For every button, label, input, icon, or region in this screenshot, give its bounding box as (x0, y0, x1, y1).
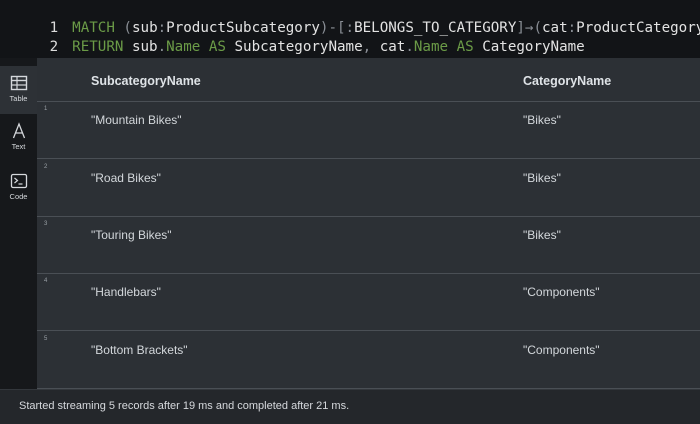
status-bar: Started streaming 5 records after 19 ms … (0, 389, 700, 424)
code-line-2: 2 RETURN sub.Name AS SubcategoryName, cat… (0, 19, 585, 55)
cell-subcategory: "Touring Bikes" (91, 228, 172, 242)
code-token: , (362, 39, 380, 55)
code-token: . (157, 39, 167, 55)
table-row: 5 "Bottom Brackets" "Components" (37, 331, 700, 389)
row-index: 1 (44, 106, 48, 112)
cell-subcategory: "Mountain Bikes" (91, 113, 182, 127)
code-token: AS (448, 39, 483, 55)
table-grid-icon (10, 74, 28, 92)
code-token: . (405, 39, 414, 55)
code-line-1: 1 MATCH (sub:ProductSubcategory)-[:BELONG… (0, 0, 700, 36)
table-row: 2 "Road Bikes" "Bikes" (37, 159, 700, 217)
code-text: RETURN sub.Name AS SubcategoryName, cat.… (72, 39, 585, 55)
view-code-button[interactable]: Code (0, 164, 37, 212)
cell-subcategory: "Handlebars" (91, 285, 161, 299)
row-index: 2 (44, 164, 48, 170)
text-letter-icon (10, 122, 28, 140)
cell-subcategory: "Bottom Brackets" (91, 343, 188, 357)
view-table-label: Table (9, 94, 28, 103)
table-header: SubcategoryName CategoryName (37, 58, 700, 102)
code-token: AS (200, 39, 235, 55)
status-message: Started streaming 5 records after 19 ms … (19, 400, 350, 412)
code-token: Name (166, 39, 201, 55)
code-token: CategoryName (482, 39, 585, 55)
view-text-button[interactable]: Text (0, 114, 37, 162)
table-row: 1 "Mountain Bikes" "Bikes" (37, 101, 700, 159)
cell-category: "Bikes" (523, 228, 561, 242)
code-line-3: 3LIMIT 5; (0, 38, 141, 57)
row-index: 4 (44, 278, 48, 284)
result-view-rail: Table Text Code (0, 58, 37, 389)
view-text-label: Text (11, 142, 26, 151)
terminal-code-icon (10, 172, 28, 190)
cell-subcategory: "Road Bikes" (91, 171, 161, 185)
code-token: cat (379, 39, 406, 55)
results-table: SubcategoryName CategoryName 1 "Mountain… (37, 58, 700, 389)
view-code-label: Code (9, 192, 28, 201)
table-row: 3 "Touring Bikes" "Bikes" (37, 216, 700, 274)
row-index: 3 (44, 221, 48, 227)
query-editor[interactable]: 1 MATCH (sub:ProductSubcategory)-[:BELONG… (0, 0, 700, 58)
table-row: 4 "Handlebars" "Components" (37, 273, 700, 331)
cell-category: "Bikes" (523, 171, 561, 185)
code-token: Name (413, 39, 449, 55)
cell-category: "Components" (523, 343, 600, 357)
view-table-button[interactable]: Table (0, 66, 37, 114)
column-header-category[interactable]: CategoryName (523, 74, 611, 88)
row-index: 5 (44, 336, 48, 342)
column-header-subcategory[interactable]: SubcategoryName (91, 74, 201, 88)
cell-category: "Bikes" (523, 113, 561, 127)
cell-category: "Components" (523, 285, 600, 299)
code-token: SubcategoryName (234, 39, 363, 55)
code-token: ProductCategory (576, 20, 700, 36)
